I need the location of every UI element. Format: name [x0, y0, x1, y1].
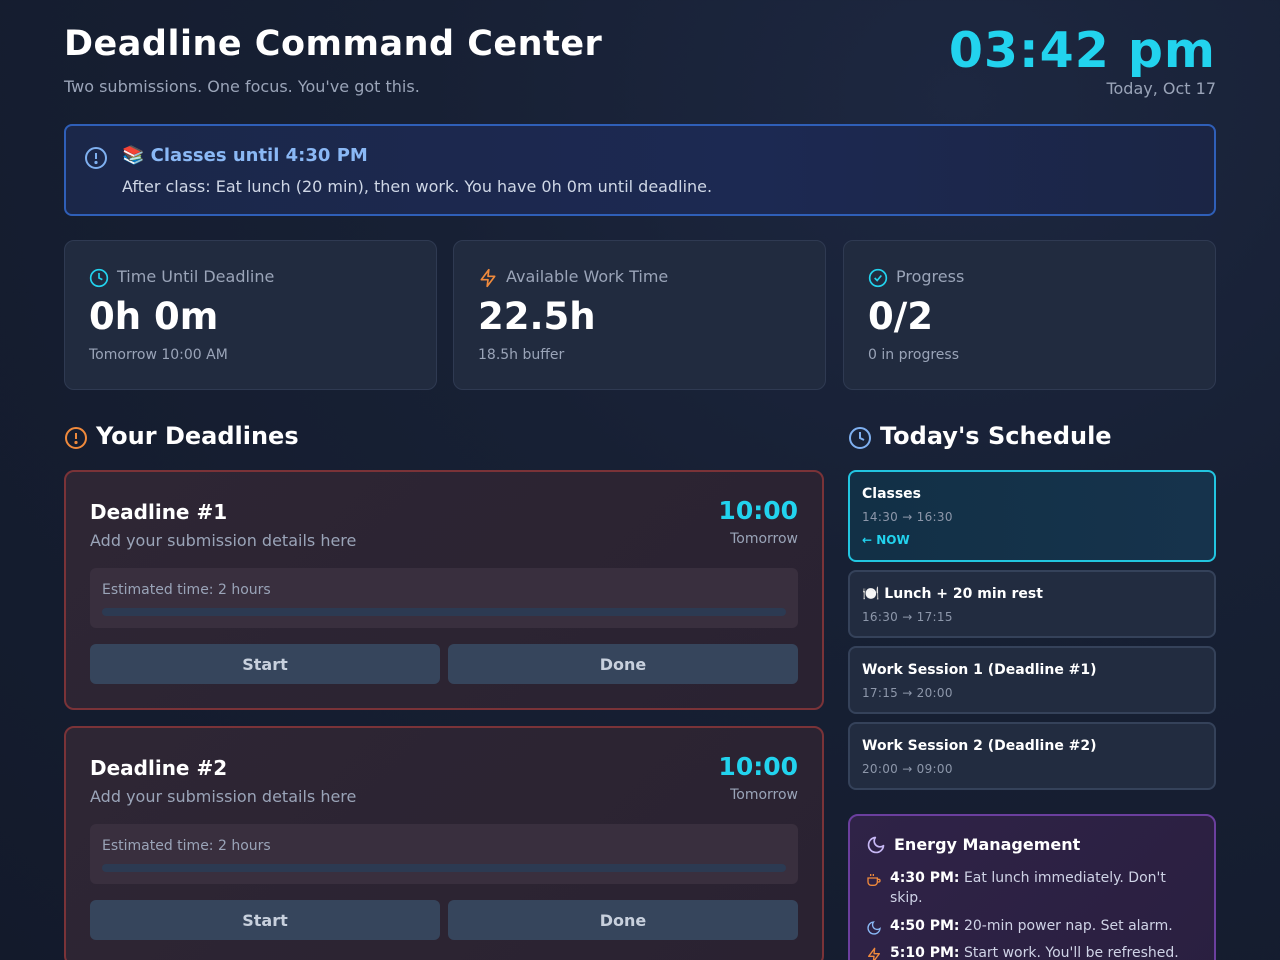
dashboard: Deadline Command Center Two submissions.…: [64, 0, 1216, 960]
deadline-card: Deadline #1 Add your submission details …: [64, 470, 824, 710]
stat-card-time-until-deadline: Time Until Deadline 0h 0m Tomorrow 10:00…: [64, 240, 437, 390]
start-button[interactable]: Start: [90, 900, 440, 940]
page-subtitle: Two submissions. One focus. You've got t…: [64, 77, 420, 96]
tip-text: 20-min power nap. Set alarm.: [959, 918, 1173, 934]
done-button[interactable]: Done: [448, 644, 798, 684]
schedule-item-classes[interactable]: Classes 14:30 → 16:30 ← NOW: [848, 470, 1216, 562]
stat-label: Available Work Time: [506, 267, 669, 286]
bolt-icon: [868, 947, 880, 960]
check-circle-icon: [868, 268, 888, 288]
schedule-item-time: 17:15 → 20:00: [862, 686, 953, 700]
stat-subtext: 0 in progress: [868, 347, 960, 363]
stat-subtext: 18.5h buffer: [478, 347, 565, 363]
schedule-item-title: Classes: [862, 486, 922, 502]
progress-bar: [102, 864, 786, 872]
deadline-day: Tomorrow: [730, 787, 798, 803]
stat-value: 22.5h: [478, 295, 596, 338]
stat-card-progress: Progress 0/2 0 in progress: [843, 240, 1216, 390]
stat-value: 0/2: [868, 295, 934, 338]
tip-text: Start work. You'll be refreshed.: [959, 945, 1179, 960]
deadline-title: Deadline #2: [90, 756, 228, 780]
schedule-item-title: Work Session 1 (Deadline #1): [862, 662, 1097, 678]
stat-card-available-work-time: Available Work Time 22.5h 18.5h buffer: [453, 240, 826, 390]
deadline-time: 10:00: [718, 752, 798, 781]
estimate-panel: Estimated time: 2 hours: [90, 824, 798, 884]
done-button[interactable]: Done: [448, 900, 798, 940]
energy-tip: 4:50 PM: 20-min power nap. Set alarm.: [890, 916, 1200, 936]
clock-icon: [89, 268, 109, 288]
moon-icon: [867, 921, 881, 935]
energy-tip: 5:10 PM: Start work. You'll be refreshed…: [890, 943, 1200, 960]
alert-title: 📚 Classes until 4:30 PM: [122, 145, 368, 166]
estimate-label: Estimated time: 2 hours: [102, 838, 271, 854]
schedule-item-time: 20:00 → 09:00: [862, 762, 953, 776]
current-time: 03:42 pm: [948, 22, 1216, 79]
tip-time: 4:50 PM:: [890, 918, 960, 934]
start-button[interactable]: Start: [90, 644, 440, 684]
bolt-icon: [480, 268, 496, 288]
schedule-item-title: 🍽️ Lunch + 20 min rest: [862, 586, 1043, 602]
deadline-day: Tomorrow: [730, 531, 798, 547]
moon-icon: [867, 836, 885, 854]
schedule-item-lunch[interactable]: 🍽️ Lunch + 20 min rest 16:30 → 17:15: [848, 570, 1216, 638]
coffee-icon: [867, 874, 881, 886]
deadlines-section-title: Your Deadlines: [96, 422, 299, 450]
schedule-item-work-session-1[interactable]: Work Session 1 (Deadline #1) 17:15 → 20:…: [848, 646, 1216, 714]
energy-management-panel: Energy Management 4:30 PM: Eat lunch imm…: [848, 814, 1216, 960]
tip-time: 5:10 PM:: [890, 945, 960, 960]
clock-icon: [849, 427, 871, 449]
schedule-item-title: Work Session 2 (Deadline #2): [862, 738, 1097, 754]
tip-time: 4:30 PM:: [890, 870, 960, 886]
schedule-item-time: 16:30 → 17:15: [862, 610, 953, 624]
page-title: Deadline Command Center: [64, 24, 603, 64]
current-date: Today, Oct 17: [1106, 79, 1216, 98]
alert-text: After class: Eat lunch (20 min), then wo…: [122, 177, 713, 196]
estimate-panel: Estimated time: 2 hours: [90, 568, 798, 628]
deadline-description: Add your submission details here: [90, 531, 357, 550]
stat-value: 0h 0m: [89, 295, 219, 338]
estimate-label: Estimated time: 2 hours: [102, 582, 271, 598]
deadline-card: Deadline #2 Add your submission details …: [64, 726, 824, 960]
schedule-item-time: 14:30 → 16:30: [862, 510, 953, 524]
now-indicator: ← NOW: [862, 533, 910, 547]
stat-subtext: Tomorrow 10:00 AM: [89, 347, 228, 363]
class-alert-banner: 📚 Classes until 4:30 PM After class: Eat…: [64, 124, 1216, 216]
alert-circle-icon: [65, 427, 87, 449]
header: Deadline Command Center Two submissions.…: [64, 22, 1216, 104]
energy-title: Energy Management: [894, 835, 1081, 854]
alert-circle-icon: [85, 147, 107, 169]
energy-tip: 4:30 PM: Eat lunch immediately. Don't sk…: [890, 868, 1200, 908]
progress-bar: [102, 608, 786, 616]
deadline-title: Deadline #1: [90, 500, 228, 524]
deadline-time: 10:00: [718, 496, 798, 525]
schedule-section-title: Today's Schedule: [880, 422, 1112, 450]
schedule-item-work-session-2[interactable]: Work Session 2 (Deadline #2) 20:00 → 09:…: [848, 722, 1216, 790]
deadline-description: Add your submission details here: [90, 787, 357, 806]
stat-label: Progress: [896, 267, 965, 286]
stat-label: Time Until Deadline: [117, 267, 275, 286]
